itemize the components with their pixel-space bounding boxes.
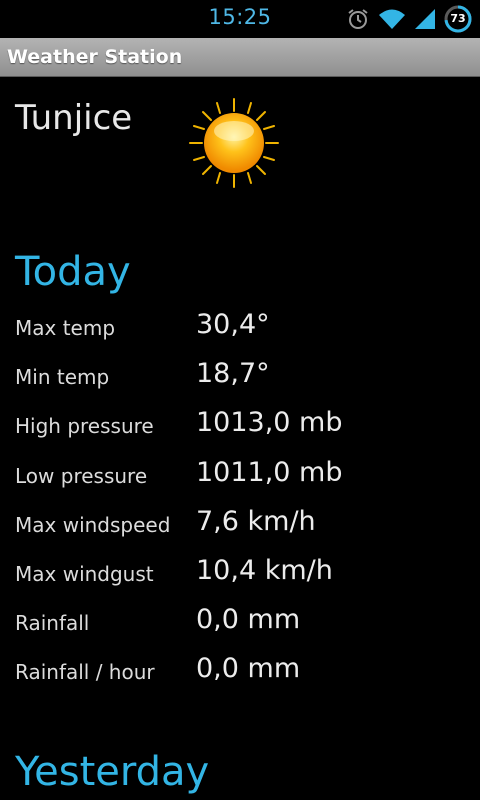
stat-value: 0,0 mm (196, 604, 301, 636)
stat-value: 1011,0 mb (196, 456, 343, 488)
stat-label: Max windgust (15, 561, 154, 586)
stat-value: 1013,0 mb (196, 407, 343, 439)
alarm-icon (346, 7, 370, 31)
wifi-icon (378, 8, 406, 30)
stat-row-max-windgust: Max windgust 10,4 km/h (0, 548, 480, 597)
battery-level: 73 (450, 12, 466, 25)
stat-row-low-pressure: Low pressure 1011,0 mb (0, 450, 480, 499)
signal-icon (414, 8, 436, 30)
stat-value: 18,7° (196, 358, 270, 390)
stat-row-rainfall-hour: Rainfall / hour 0,0 mm (0, 646, 480, 695)
stat-row-max-temp: Max temp 30,4° (0, 302, 480, 351)
battery-icon: 73 (444, 5, 472, 33)
sun-icon (188, 97, 280, 189)
stat-value: 0,0 mm (196, 653, 301, 685)
stat-row-high-pressure: High pressure 1013,0 mb (0, 400, 480, 449)
today-heading: Today (15, 249, 131, 295)
stat-value: 30,4° (196, 309, 270, 340)
stat-value: 10,4 km/h (196, 554, 333, 586)
status-bar: 15:25 73 (0, 0, 480, 38)
stat-label: Min temp (15, 365, 110, 390)
stat-row-max-windspeed: Max windspeed 7,6 km/h (0, 499, 480, 548)
today-stats-list: Max temp 30,4° Min temp 18,7° High press… (0, 302, 480, 696)
stat-label: High pressure (15, 414, 154, 439)
stat-label: Max temp (15, 316, 116, 340)
title-bar: Weather Station (0, 38, 480, 77)
stat-value: 7,6 km/h (196, 505, 316, 537)
stat-label: Rainfall / hour (15, 660, 155, 685)
yesterday-heading: Yesterday (15, 749, 210, 795)
status-icons: 73 (338, 5, 472, 33)
stat-row-rainfall: Rainfall 0,0 mm (0, 597, 480, 646)
stat-label: Low pressure (15, 463, 148, 488)
stat-label: Max windspeed (15, 512, 171, 537)
stat-row-min-temp: Min temp 18,7° (0, 351, 480, 400)
app-title: Weather Station (7, 46, 183, 68)
station-name: Tunjice (15, 98, 133, 138)
stat-label: Rainfall (15, 611, 90, 636)
